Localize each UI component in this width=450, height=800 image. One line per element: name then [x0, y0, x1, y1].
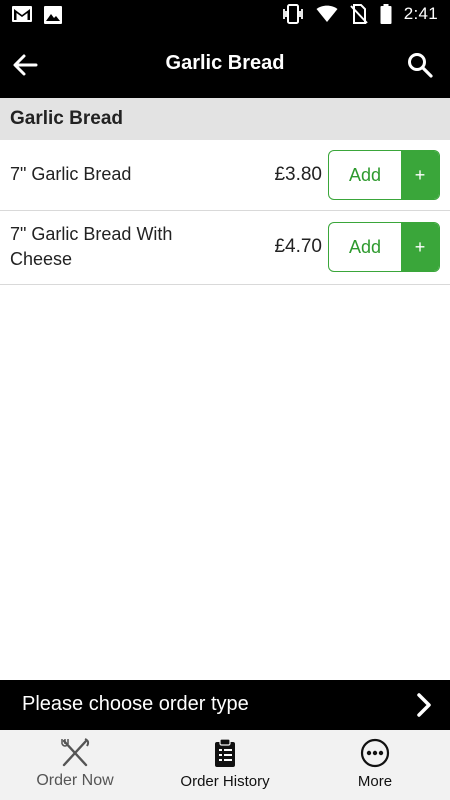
image-icon: [44, 6, 62, 24]
add-button[interactable]: Add +: [328, 150, 440, 200]
wifi-icon: [316, 5, 338, 23]
item-price: £4.70: [274, 236, 322, 257]
more-dots-icon: [360, 738, 390, 768]
gmail-icon: [12, 6, 32, 24]
nav-order-now-label: Order Now: [36, 772, 114, 789]
order-type-bar[interactable]: Please choose order type: [0, 680, 450, 730]
add-button-label: Add: [348, 164, 382, 185]
bottom-nav: Order Now Order History More: [0, 730, 450, 800]
battery-icon: [380, 4, 392, 24]
status-time: 2:41: [403, 4, 438, 23]
item-name: 7" Garlic Bread: [10, 164, 132, 184]
status-bar-notifications: [12, 6, 62, 24]
vibrate-icon: [282, 4, 304, 24]
nav-order-history[interactable]: Order History: [150, 730, 300, 800]
menu-item: 7" Garlic Bread With Cheese £4.70 Add +: [0, 211, 450, 285]
status-bar: 2:41: [0, 0, 450, 32]
menu-item: 7" Garlic Bread £3.80 Add +: [0, 140, 450, 211]
nav-order-history-label: Order History: [180, 773, 270, 790]
order-type-label: Please choose order type: [22, 693, 249, 715]
app-bar: Garlic Bread: [0, 32, 450, 98]
nav-more-label: More: [357, 773, 393, 790]
clipboard-icon: [210, 738, 240, 768]
nav-more[interactable]: More: [300, 730, 450, 800]
status-bar-system: 2:41: [282, 4, 438, 24]
plus-icon: +: [401, 151, 439, 199]
page-title: Garlic Bread: [165, 52, 285, 74]
fork-knife-icon: [60, 738, 90, 768]
nav-order-now[interactable]: Order Now: [0, 730, 150, 800]
item-price: £3.80: [274, 164, 322, 185]
category-header: Garlic Bread: [0, 98, 450, 140]
add-button[interactable]: Add +: [328, 222, 440, 272]
no-sim-icon: [349, 4, 368, 24]
search-icon[interactable]: [406, 51, 434, 79]
plus-icon: +: [401, 223, 439, 271]
add-button-label: Add: [348, 236, 382, 257]
item-name: 7" Garlic Bread With Cheese: [10, 224, 173, 269]
chevron-right-icon: [412, 692, 436, 718]
